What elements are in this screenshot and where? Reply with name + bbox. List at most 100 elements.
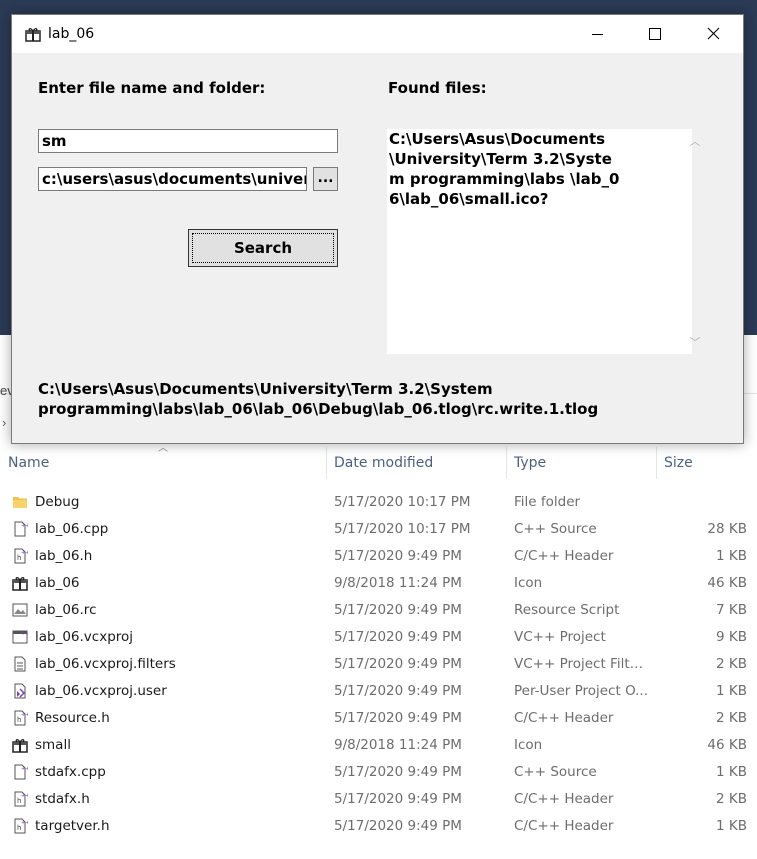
file-size: 1 KB	[716, 548, 747, 564]
search-button[interactable]: Search	[188, 229, 338, 267]
minimize-button[interactable]	[568, 15, 626, 53]
file-row[interactable]: lab_06 9/8/2018 11:24 PM Icon 46 KB	[0, 570, 757, 597]
file-name: lab_06.vcxproj	[35, 629, 134, 645]
cpp-file-icon: ++	[12, 764, 29, 780]
file-date-modified: 5/17/2020 9:49 PM	[334, 602, 462, 618]
file-type: Icon	[514, 737, 543, 753]
column-header-date[interactable]: Date modified	[334, 447, 433, 479]
file-name: stdafx.h	[35, 791, 90, 807]
filename-input[interactable]: sm	[38, 129, 338, 153]
column-header-type[interactable]: Type	[514, 447, 546, 479]
column-header-size[interactable]: Size	[664, 447, 693, 479]
svg-text:++: ++	[21, 631, 28, 637]
scroll-up-icon[interactable]: ︿	[688, 133, 702, 148]
folder-input[interactable]: c:\users\asus\documents\university\term …	[38, 167, 307, 191]
file-row[interactable]: h ++ targetver.h 5/17/2020 9:49 PM C/C++ Hea…	[0, 813, 757, 840]
file-row[interactable]: ++ lab_06.cpp 5/17/2020 10:17 PM C++ Source…	[0, 516, 757, 543]
chevron-right-icon[interactable]: ›	[2, 415, 6, 430]
file-size: 7 KB	[716, 602, 747, 618]
file-name: lab_06.cpp	[35, 521, 109, 537]
file-name: lab_06.rc	[35, 602, 97, 618]
header-file-icon: h ++	[12, 548, 29, 564]
resource-file-icon	[12, 602, 28, 618]
svg-text:++: ++	[21, 712, 28, 718]
title-bar[interactable]: lab_06	[12, 15, 743, 53]
file-type: C/C++ Header	[514, 548, 614, 564]
file-type: C/C++ Header	[514, 791, 614, 807]
file-date-modified: 5/17/2020 10:17 PM	[334, 521, 471, 537]
header-file-icon: h ++	[12, 791, 29, 807]
file-row[interactable]: lab_06.rc 5/17/2020 9:49 PM Resource Scrip…	[0, 597, 757, 624]
file-name: Debug	[35, 494, 80, 510]
file-type: C/C++ Header	[514, 710, 614, 726]
file-name: lab_06.vcxproj.filters	[35, 656, 176, 672]
file-type: C++ Source	[514, 764, 597, 780]
browse-button[interactable]: ...	[313, 167, 338, 191]
maximize-button[interactable]	[626, 15, 684, 53]
column-divider[interactable]	[506, 447, 507, 479]
file-name: stdafx.cpp	[35, 764, 106, 780]
found-files-label: Found files:	[388, 79, 487, 97]
file-date-modified: 5/17/2020 9:49 PM	[334, 791, 462, 807]
file-size: 46 KB	[707, 737, 747, 753]
file-type: Icon	[514, 575, 543, 591]
lab06-dialog: lab_06 Enter file name and folder: sm c:…	[11, 14, 744, 444]
file-date-modified: 5/17/2020 9:49 PM	[334, 656, 462, 672]
file-type: Resource Script	[514, 602, 620, 618]
file-type: C++ Source	[514, 521, 597, 537]
file-row[interactable]: small 9/8/2018 11:24 PM Icon 46 KB	[0, 732, 757, 759]
file-size	[667, 489, 747, 516]
file-size: 28 KB	[707, 521, 747, 537]
header-file-icon: h ++	[12, 818, 29, 834]
column-header-row: Name Date modified Type Size	[0, 447, 757, 479]
scroll-down-icon[interactable]: ﹀	[688, 334, 702, 349]
file-date-modified: 5/17/2020 9:49 PM	[334, 710, 462, 726]
column-divider[interactable]	[656, 447, 657, 479]
file-row[interactable]: h ++ stdafx.h 5/17/2020 9:49 PM C/C++ Header…	[0, 786, 757, 813]
cpp-file-icon: ++	[12, 521, 29, 537]
header-file-icon: h ++	[12, 710, 29, 726]
column-header-name[interactable]: Name	[8, 447, 49, 479]
close-button[interactable]	[685, 15, 743, 53]
file-size: 2 KB	[716, 710, 747, 726]
file-size: 2 KB	[716, 656, 747, 672]
file-name: lab_06.h	[35, 548, 93, 564]
file-name: lab_06.vcxproj.user	[35, 683, 167, 699]
file-row[interactable]: lab_06.vcxproj.filters 5/17/2020 9:49 PM V…	[0, 651, 757, 678]
file-date-modified: 5/17/2020 9:49 PM	[334, 764, 462, 780]
file-date-modified: 5/17/2020 9:49 PM	[334, 683, 462, 699]
file-type: File folder	[514, 494, 581, 510]
file-row[interactable]: Debug 5/17/2020 10:17 PM File folder	[0, 489, 757, 516]
svg-text:++: ++	[21, 793, 28, 799]
file-size: 9 KB	[716, 629, 747, 645]
svg-text:++: ++	[21, 523, 28, 529]
file-row[interactable]: h ++ Resource.h 5/17/2020 9:49 PM C/C++ Head…	[0, 705, 757, 732]
filters-file-icon	[12, 656, 28, 672]
found-files-box[interactable]: C:\Users\Asus\Documents \University\Term…	[387, 129, 701, 354]
app-gift-icon	[25, 28, 41, 42]
file-name: lab_06	[35, 575, 80, 591]
file-type: VC++ Project	[514, 629, 606, 645]
file-date-modified: 5/17/2020 10:17 PM	[334, 494, 471, 510]
file-row[interactable]: ++ lab_06.vcxproj 5/17/2020 9:49 PM VC++ Pr…	[0, 624, 757, 651]
file-size: 2 KB	[716, 791, 747, 807]
svg-text:++: ++	[21, 766, 28, 772]
project-file-icon: ++	[12, 629, 29, 645]
file-size: 1 KB	[716, 683, 747, 699]
ico-file-icon	[12, 737, 28, 753]
input-label: Enter file name and folder:	[38, 79, 266, 97]
file-row[interactable]: h ++ lab_06.h 5/17/2020 9:49 PM C/C++ Header…	[0, 543, 757, 570]
folder-icon	[12, 494, 28, 510]
file-type: Per-User Project O...	[514, 683, 649, 699]
user-file-icon	[12, 683, 28, 699]
file-size: 46 KB	[707, 575, 747, 591]
file-date-modified: 9/8/2018 11:24 PM	[334, 575, 462, 591]
file-row[interactable]: lab_06.vcxproj.user 5/17/2020 9:49 PM Per-…	[0, 678, 757, 705]
file-size: 1 KB	[716, 764, 747, 780]
file-type: VC++ Project Filte...	[514, 656, 649, 672]
ico-file-icon	[12, 575, 28, 591]
file-row[interactable]: ++ stdafx.cpp 5/17/2020 9:49 PM C++ Source 1…	[0, 759, 757, 786]
file-name: Resource.h	[35, 710, 110, 726]
column-divider[interactable]	[326, 447, 327, 479]
file-name: small	[35, 737, 71, 753]
